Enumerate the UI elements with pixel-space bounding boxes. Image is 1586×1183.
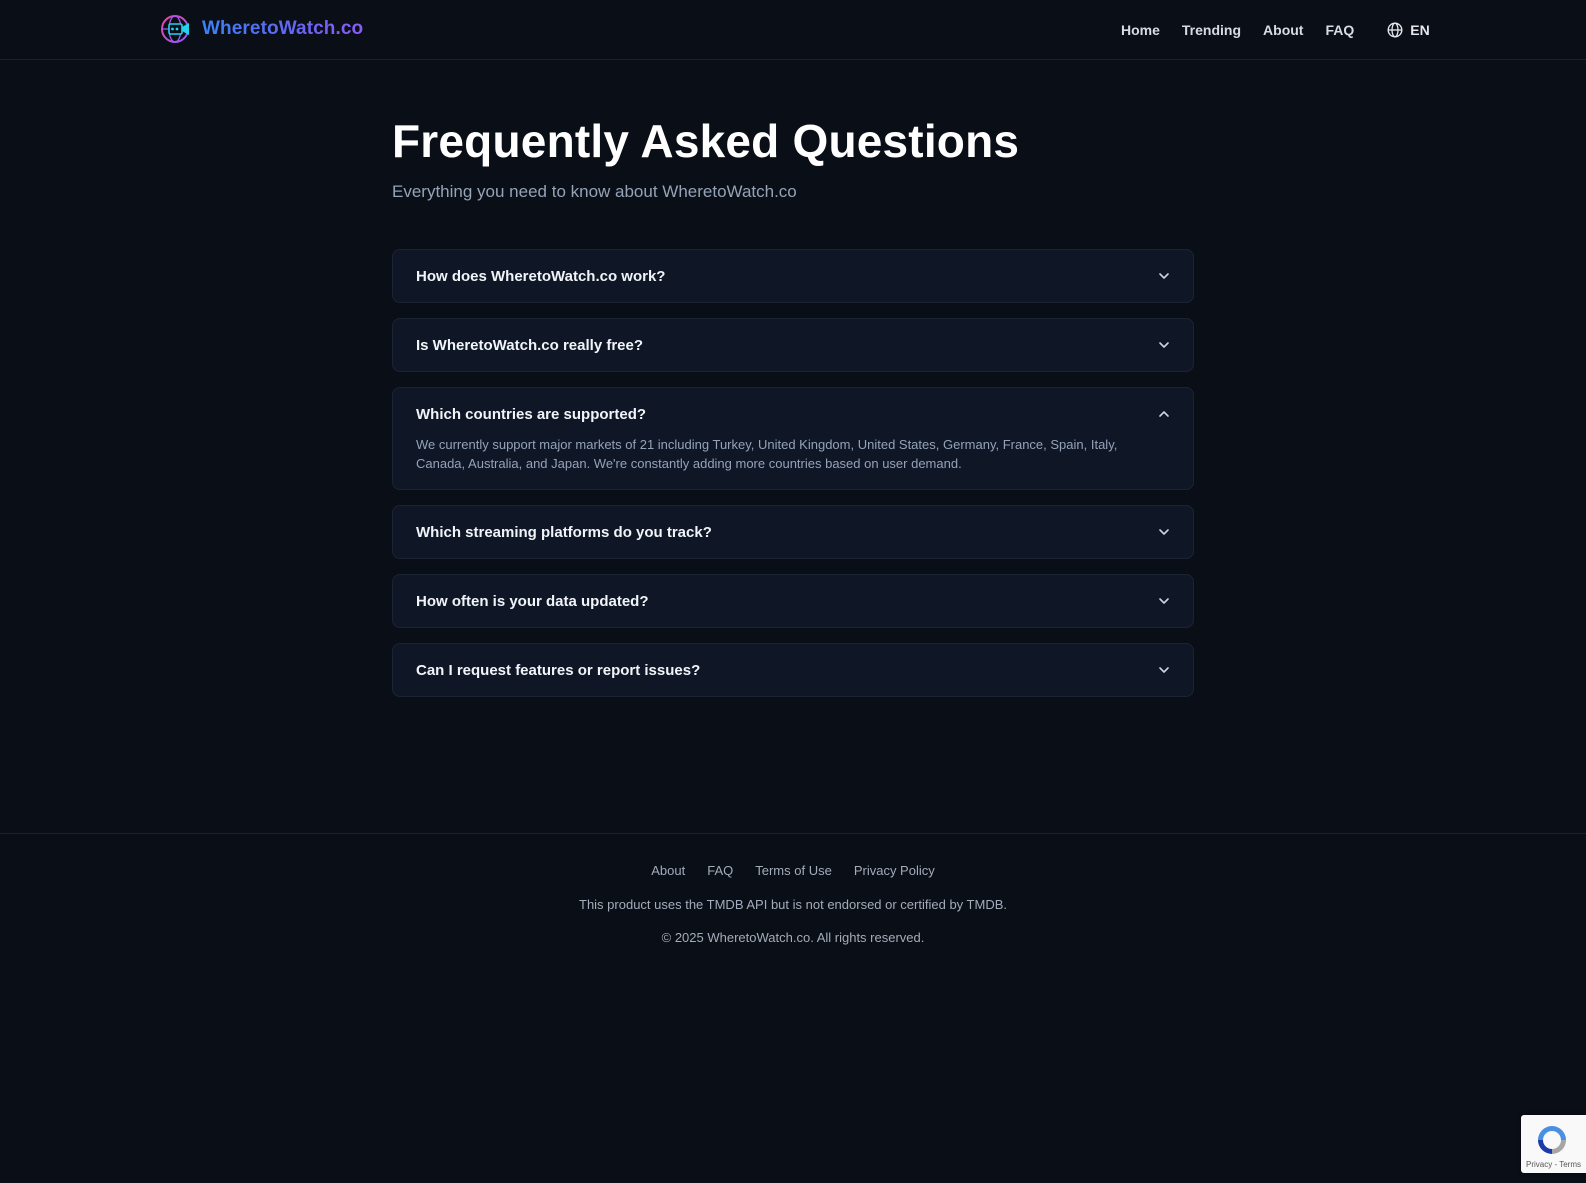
faq-toggle[interactable]: Which countries are supported? [393, 388, 1193, 440]
faq-question: Can I request features or report issues? [416, 661, 701, 679]
faq-question: How does WheretoWatch.co work? [416, 267, 666, 285]
chevron-down-icon [1159, 273, 1169, 279]
faq-question: How often is your data updated? [416, 592, 649, 610]
chevron-up-icon [1159, 411, 1169, 417]
site-footer: About FAQ Terms of Use Privacy Policy Th… [0, 833, 1586, 1183]
chevron-down-icon [1159, 667, 1169, 673]
faq-toggle[interactable]: How does WheretoWatch.co work? [393, 250, 1193, 302]
faq-item: Can I request features or report issues? [392, 643, 1194, 697]
brand-logo-link[interactable]: WheretoWatch.co [160, 13, 363, 45]
faq-item: Which streaming platforms do you track? [392, 505, 1194, 559]
globe-film-logo-icon [161, 15, 189, 43]
chevron-down-icon [1159, 598, 1169, 604]
faq-toggle[interactable]: Can I request features or report issues? [393, 644, 1193, 696]
footer-link-faq[interactable]: FAQ [707, 862, 733, 880]
faq-toggle[interactable]: Which streaming platforms do you track? [393, 506, 1193, 558]
nav-about[interactable]: About [1263, 20, 1303, 40]
faq-item: Is WheretoWatch.co really free? [392, 318, 1194, 372]
nav-home[interactable]: Home [1121, 20, 1160, 40]
faq-toggle[interactable]: How often is your data updated? [393, 575, 1193, 627]
page-title: Frequently Asked Questions [392, 115, 1020, 167]
recaptcha-icon [1538, 1126, 1566, 1154]
footer-link-about[interactable]: About [651, 862, 685, 880]
globe-icon [1387, 22, 1403, 38]
chevron-down-icon [1159, 529, 1169, 535]
nav-faq[interactable]: FAQ [1325, 20, 1354, 40]
copyright: © 2025 WheretoWatch.co. All rights reser… [661, 930, 925, 945]
language-label: EN [1410, 22, 1430, 38]
faq-question: Which countries are supported? [416, 405, 647, 423]
faq-question: Which streaming platforms do you track? [416, 523, 712, 541]
chevron-down-icon [1159, 342, 1169, 348]
page-subtitle: Everything you need to know about Wheret… [392, 182, 797, 201]
footer-links: About FAQ Terms of Use Privacy Policy [0, 862, 1586, 880]
footer-link-terms[interactable]: Terms of Use [755, 862, 832, 880]
nav-trending[interactable]: Trending [1182, 20, 1241, 40]
faq-item-expanded: Which countries are supported? We curren… [392, 387, 1194, 490]
brand-name: WheretoWatch.co [202, 18, 364, 39]
faq-item: How often is your data updated? [392, 574, 1194, 628]
faq-answer: We currently support major markets of 21… [416, 437, 1118, 471]
top-navbar: WheretoWatch.co Home Trending About FAQ … [0, 0, 1586, 60]
faq-item: How does WheretoWatch.co work? [392, 249, 1194, 303]
faq-toggle[interactable]: Is WheretoWatch.co really free? [393, 319, 1193, 371]
tmdb-notice: This product uses the TMDB API but is no… [579, 897, 1007, 912]
main-nav: Home Trending About FAQ EN [1121, 20, 1430, 40]
recaptcha-badge[interactable]: Privacy - Terms [1521, 1115, 1586, 1173]
footer-link-privacy[interactable]: Privacy Policy [854, 862, 935, 880]
faq-question: Is WheretoWatch.co really free? [416, 336, 644, 354]
faq-list: How does WheretoWatch.co work? Is Wheret… [392, 249, 1194, 712]
language-selector[interactable]: EN [1387, 22, 1430, 38]
recaptcha-links[interactable]: Privacy - Terms [1521, 1160, 1586, 1169]
